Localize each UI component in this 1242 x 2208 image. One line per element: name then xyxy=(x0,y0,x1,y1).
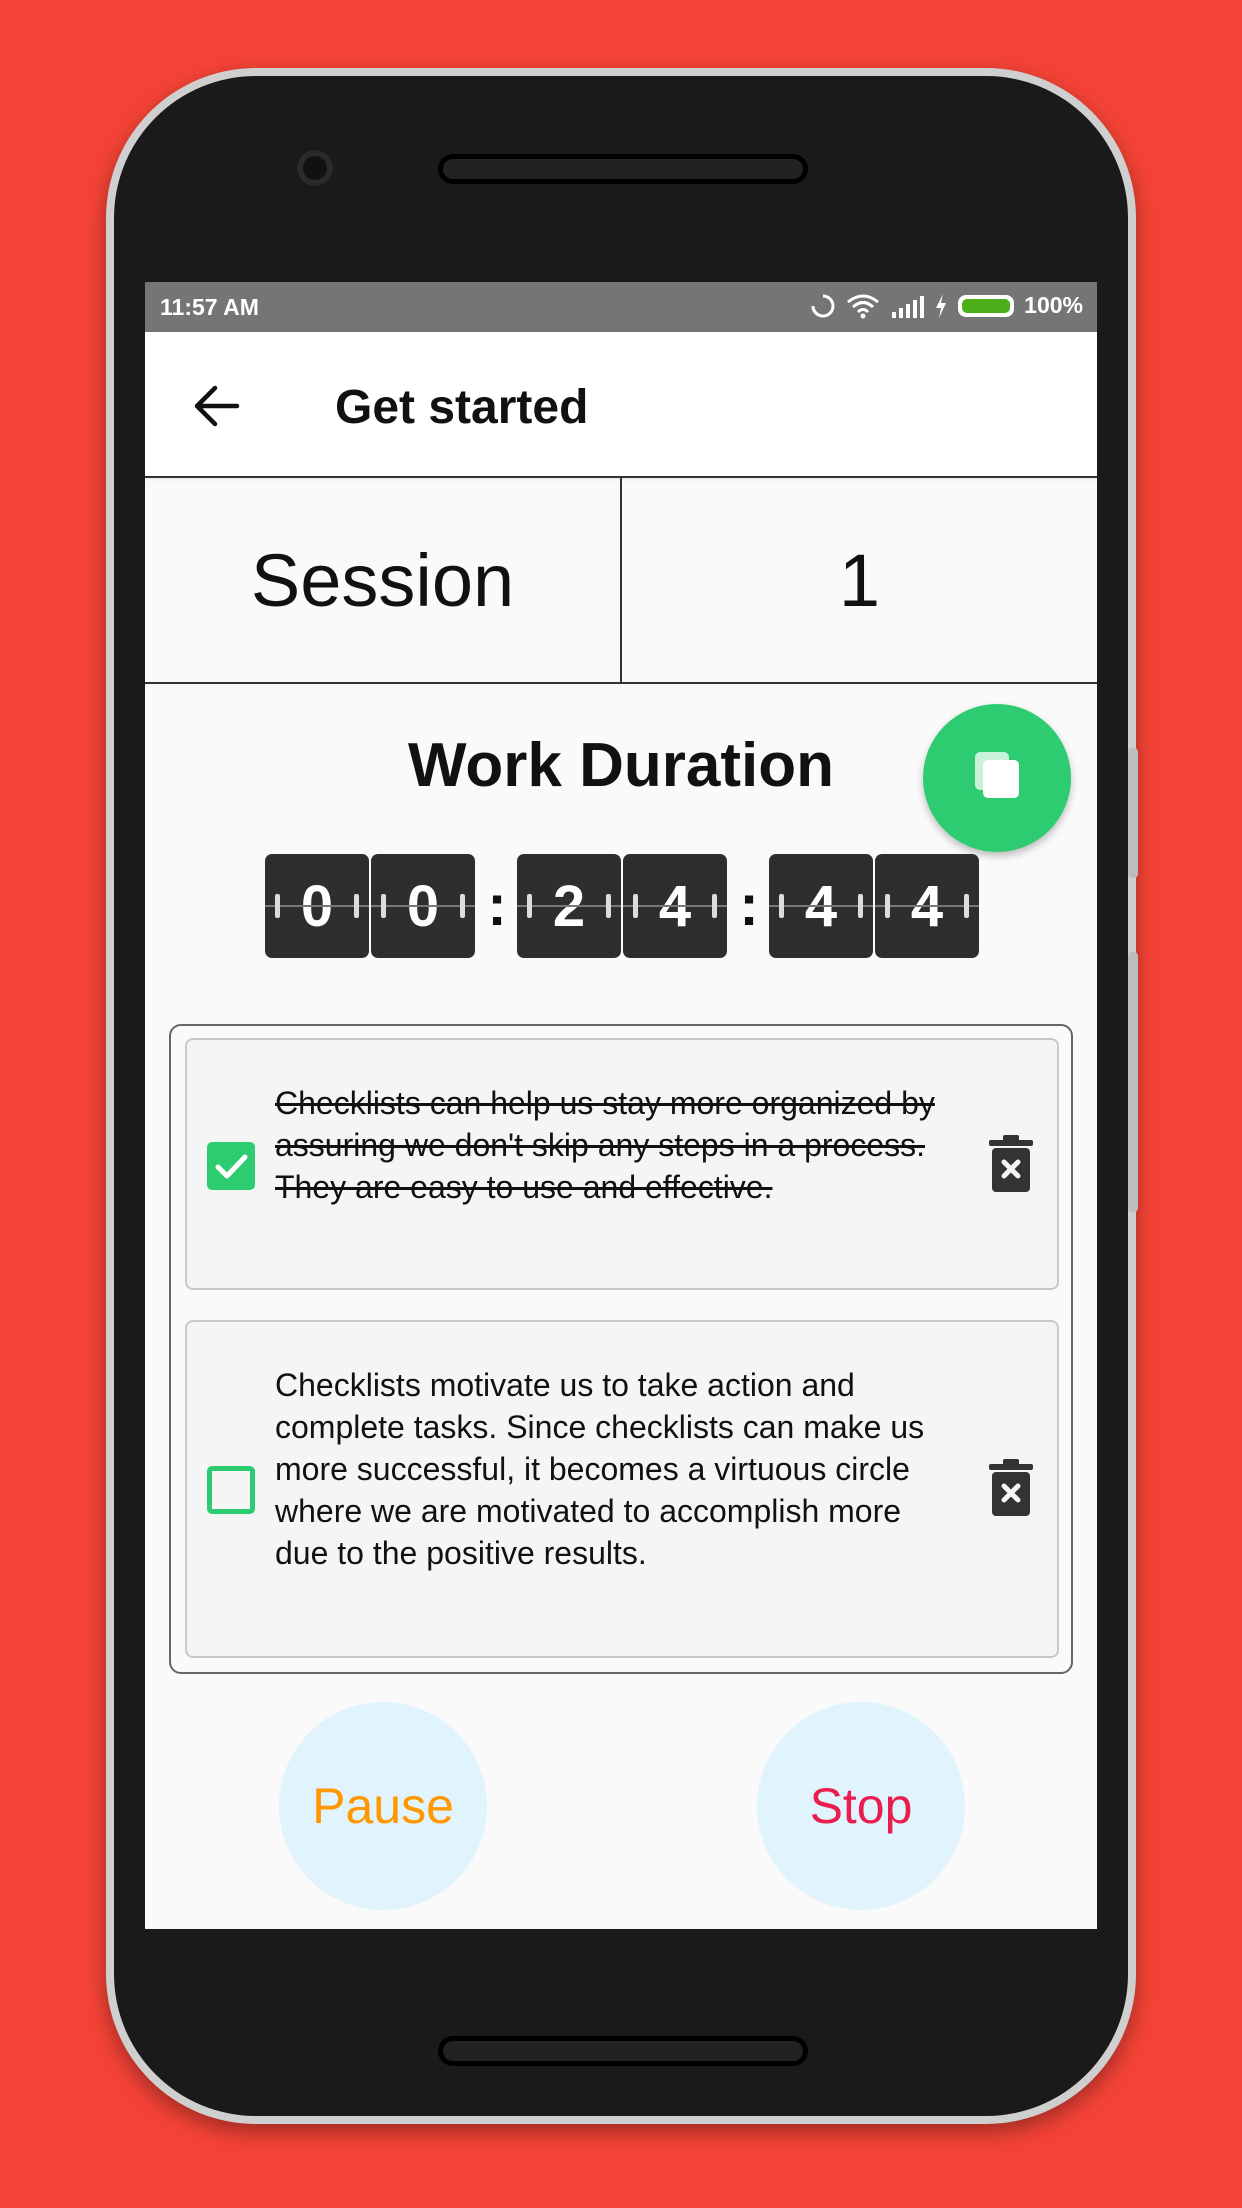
bottom-speaker xyxy=(438,2036,808,2066)
sync-icon xyxy=(811,294,835,317)
power-button xyxy=(1128,952,1138,1212)
timer-separator: : xyxy=(739,873,759,938)
front-camera xyxy=(297,150,333,186)
signal-icon xyxy=(892,295,925,318)
checkbox-checked[interactable] xyxy=(207,1142,255,1190)
trash-icon[interactable] xyxy=(987,1134,1035,1194)
timer-separator: : xyxy=(487,873,507,938)
status-icons: 100% xyxy=(810,292,1083,319)
checklist-item-text: Checklists motivate us to take action an… xyxy=(275,1367,925,1571)
checklist-item-text: Checklists can help us stay more organiz… xyxy=(275,1085,935,1205)
app-screen: 11:57 AM 100% Get started Session 1 Work… xyxy=(145,282,1097,1929)
timer-digit: 4 xyxy=(623,854,727,958)
check-icon xyxy=(215,1154,248,1179)
timer-display: 0 0 : 2 4 : 4 4 xyxy=(265,854,981,958)
session-label: Session xyxy=(145,478,622,682)
checklist-item: Checklists can help us stay more organiz… xyxy=(185,1038,1059,1290)
status-bar: 11:57 AM 100% xyxy=(145,282,1097,332)
copy-button[interactable] xyxy=(923,704,1071,852)
pause-button[interactable]: Pause xyxy=(279,1702,487,1910)
page-title: Get started xyxy=(335,381,589,434)
checklist: Checklists can help us stay more organiz… xyxy=(169,1024,1073,1674)
checkbox-unchecked[interactable] xyxy=(207,1466,255,1514)
timer-digit: 4 xyxy=(769,854,873,958)
timer-digit: 4 xyxy=(875,854,979,958)
status-time: 11:57 AM xyxy=(160,294,259,320)
wifi-icon xyxy=(847,294,880,318)
volume-button xyxy=(1128,748,1138,878)
back-arrow-icon[interactable] xyxy=(193,384,241,428)
battery-percent: 100% xyxy=(1024,292,1083,318)
stop-button[interactable]: Stop xyxy=(757,1702,965,1910)
copy-icon xyxy=(975,752,1019,798)
timer-digit: 0 xyxy=(371,854,475,958)
app-bar: Get started xyxy=(145,332,1097,476)
charging-icon xyxy=(936,293,947,318)
checklist-item: Checklists motivate us to take action an… xyxy=(185,1320,1059,1658)
timer-digit: 2 xyxy=(517,854,621,958)
session-value: 1 xyxy=(838,538,881,622)
session-row: Session 1 xyxy=(145,476,1097,684)
battery-icon xyxy=(958,294,1015,317)
trash-icon[interactable] xyxy=(987,1458,1035,1518)
timer-digit: 0 xyxy=(265,854,369,958)
earpiece-speaker xyxy=(438,154,808,184)
